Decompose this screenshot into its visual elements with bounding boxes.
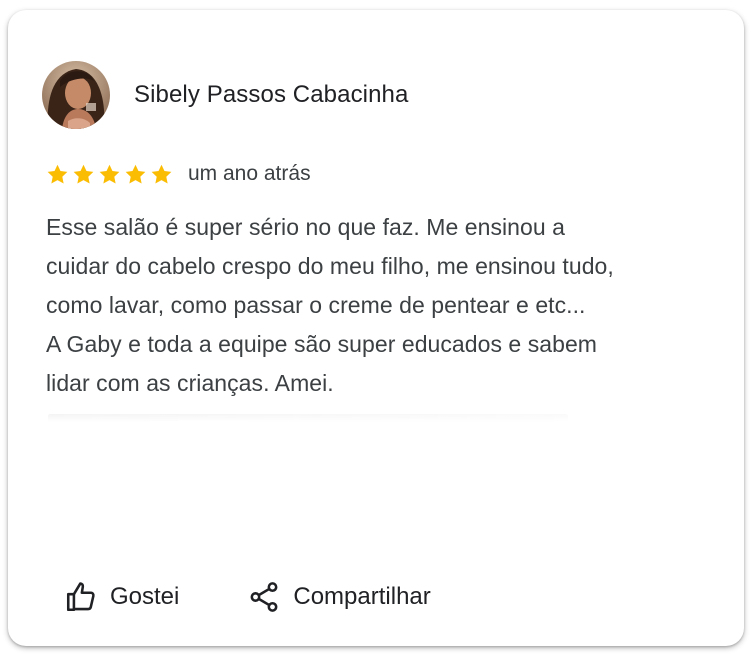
star-icon [125,164,146,184]
like-label: Gostei [110,583,180,610]
truncated-text-fade [48,414,568,422]
thumbs-up-icon [64,580,98,614]
rating-row: um ano atrás [46,162,311,186]
avatar-image [42,61,110,129]
share-icon [247,580,281,614]
review-actions: Gostei Compartilhar [64,580,431,614]
review-text: Esse salão é super sério no que faz. Me … [46,208,716,403]
star-rating [46,163,173,186]
review-date: um ano atrás [188,162,311,185]
star-icon [47,164,68,184]
share-button[interactable]: Compartilhar [247,580,431,614]
share-label: Compartilhar [293,583,431,610]
star-icon [99,164,120,184]
review-text-line: A Gaby e toda a equipe são super educado… [46,331,598,357]
star-icon [151,164,172,184]
reviewer-name[interactable]: Sibely Passos Cabacinha [134,81,408,109]
like-button[interactable]: Gostei [64,580,179,614]
review-header: Sibely Passos Cabacinha [42,61,408,129]
review-text-line: Esse salão é super sério no que faz. Me … [46,214,565,240]
star-icon [73,164,94,184]
avatar[interactable] [42,61,110,129]
review-text-line: cuidar do cabelo crespo do meu filho, me… [46,253,614,279]
review-card: Sibely Passos Cabacinha um ano atrás Ess… [8,10,744,646]
review-text-line: lidar com as crianças. Amei. [46,370,334,396]
review-text-line: como lavar, como passar o creme de pente… [46,292,586,318]
